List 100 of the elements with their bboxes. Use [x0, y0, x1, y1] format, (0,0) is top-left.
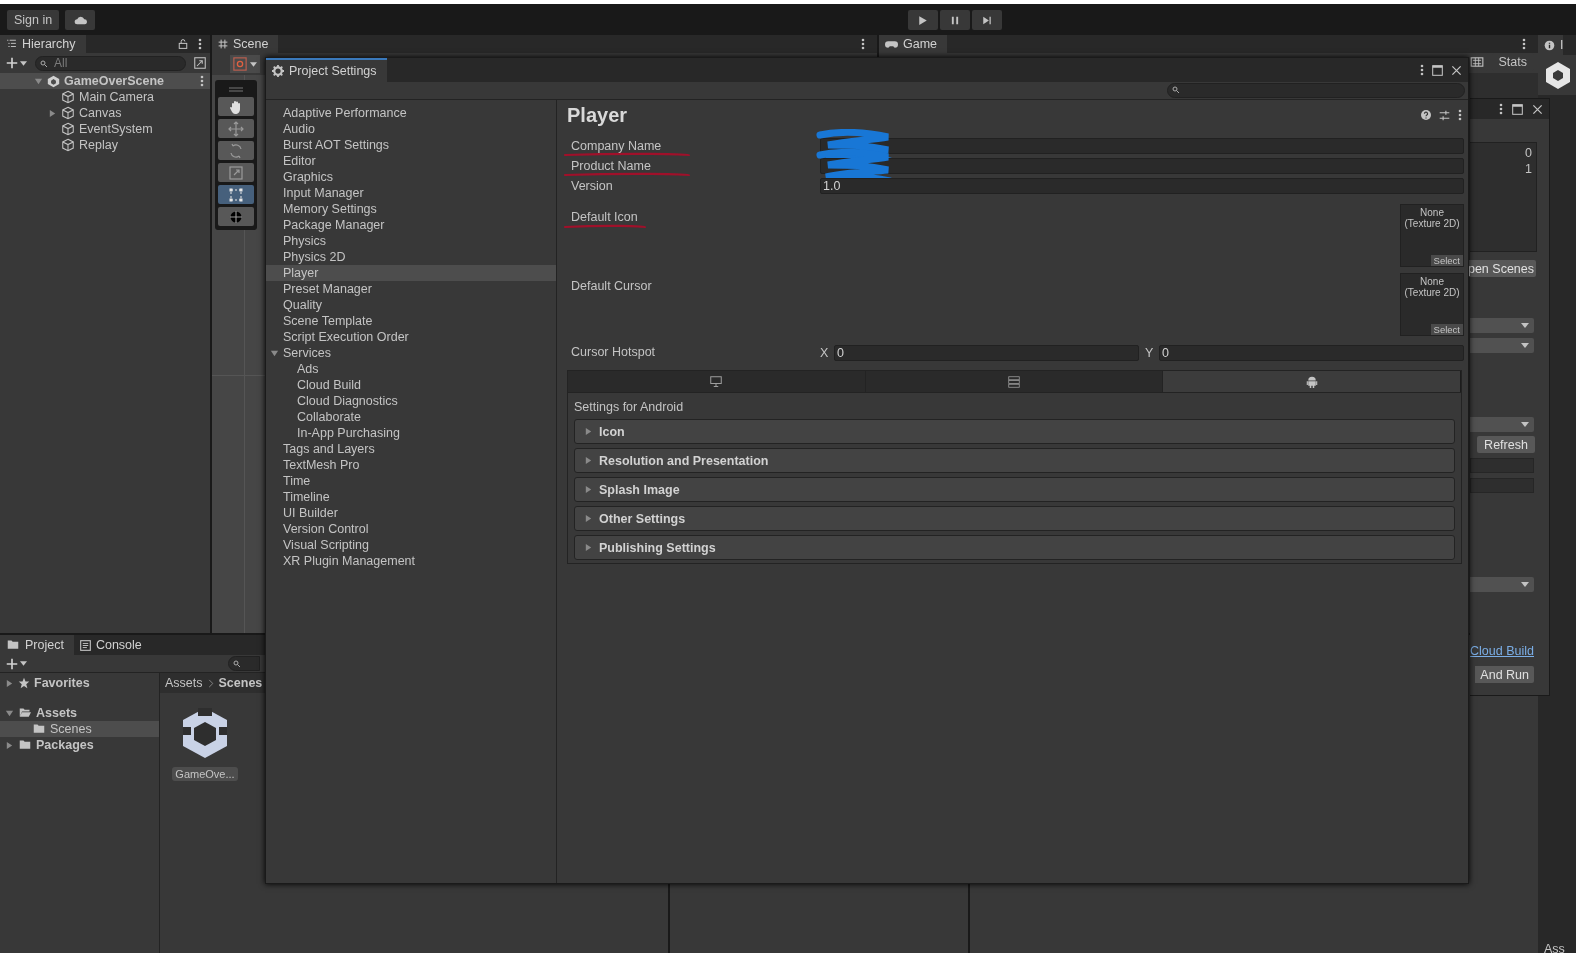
- scene-visibility-icon[interactable]: [194, 57, 206, 69]
- assets-tab[interactable]: Ass: [1544, 942, 1565, 953]
- maximize-icon[interactable]: [1512, 103, 1523, 115]
- build-and-run-button[interactable]: And Run: [1475, 666, 1534, 683]
- dropdown[interactable]: [1470, 577, 1534, 592]
- pause-button[interactable]: [940, 10, 970, 30]
- add-menu-button[interactable]: [6, 657, 27, 670]
- close-icon[interactable]: [1451, 64, 1462, 76]
- scene-tab[interactable]: Scene: [212, 35, 279, 53]
- select-button[interactable]: Select: [1430, 324, 1463, 335]
- collapse-arrow-icon[interactable]: [48, 108, 57, 118]
- select-button[interactable]: Select: [1430, 255, 1463, 266]
- expand-arrow-icon[interactable]: [270, 348, 279, 358]
- settings-category[interactable]: Physics: [266, 233, 556, 249]
- expand-arrow-icon[interactable]: [5, 708, 14, 718]
- inspector-tab[interactable]: I: [1538, 35, 1564, 55]
- settings-category[interactable]: Physics 2D: [266, 249, 556, 265]
- hierarchy-tab[interactable]: Hierarchy: [0, 35, 86, 53]
- tool-button[interactable]: [218, 141, 254, 160]
- text-field[interactable]: [820, 138, 1464, 154]
- tool-button[interactable]: [218, 207, 254, 226]
- settings-category[interactable]: Audio: [266, 121, 556, 137]
- texture-slot[interactable]: None (Texture 2D) Select: [1400, 273, 1464, 336]
- collapse-arrow-icon[interactable]: [584, 456, 593, 465]
- settings-category[interactable]: Memory Settings: [266, 201, 556, 217]
- help-icon[interactable]: [1421, 110, 1431, 120]
- collapse-arrow-icon[interactable]: [584, 427, 593, 436]
- settings-category[interactable]: Ads: [266, 361, 556, 377]
- play-button[interactable]: [908, 10, 938, 30]
- settings-category[interactable]: Cloud Diagnostics: [266, 393, 556, 409]
- collapse-arrow-icon[interactable]: [584, 514, 593, 523]
- kebab-icon[interactable]: [1458, 109, 1462, 121]
- close-icon[interactable]: [1532, 103, 1543, 115]
- expand-arrow-icon[interactable]: [34, 76, 43, 86]
- cloud-button[interactable]: [65, 9, 96, 30]
- settings-category[interactable]: In-App Purchasing: [266, 425, 556, 441]
- breadcrumb-item[interactable]: Assets: [165, 676, 203, 690]
- foldout-section[interactable]: Icon: [574, 419, 1455, 444]
- settings-category[interactable]: Adaptive Performance: [266, 105, 556, 121]
- text-field[interactable]: [1470, 478, 1534, 493]
- project-tree-item[interactable]: Assets: [0, 705, 159, 721]
- settings-category[interactable]: Package Manager: [266, 217, 556, 233]
- number-field[interactable]: 0: [1159, 345, 1464, 361]
- project-panel-tab[interactable]: Project: [0, 635, 74, 655]
- project-tree-item[interactable]: Scenes: [0, 721, 159, 737]
- settings-category[interactable]: Preset Manager: [266, 281, 556, 297]
- hierarchy-scene-row[interactable]: GameOverScene: [0, 73, 210, 89]
- foldout-section[interactable]: Other Settings: [574, 506, 1455, 531]
- search-field[interactable]: [1167, 83, 1465, 98]
- maximize-icon[interactable]: [1432, 64, 1443, 76]
- settings-category[interactable]: XR Plugin Management: [266, 553, 556, 569]
- kebab-icon[interactable]: [861, 38, 865, 50]
- text-field[interactable]: [1470, 458, 1534, 473]
- kebab-icon[interactable]: [1522, 38, 1526, 50]
- cloud-build-link[interactable]: Cloud Build: [1470, 644, 1534, 658]
- text-field[interactable]: [820, 158, 1464, 174]
- settings-category[interactable]: Player: [266, 265, 556, 281]
- project-tree-item[interactable]: Favorites: [0, 675, 159, 691]
- foldout-section[interactable]: Splash Image: [574, 477, 1455, 502]
- settings-category[interactable]: UI Builder: [266, 505, 556, 521]
- settings-category[interactable]: Graphics: [266, 169, 556, 185]
- kebab-icon[interactable]: [198, 38, 202, 50]
- settings-category[interactable]: Scene Template: [266, 313, 556, 329]
- project-tree-item[interactable]: Packages: [0, 737, 159, 753]
- text-field[interactable]: 1.0: [820, 178, 1464, 194]
- settings-category[interactable]: Visual Scripting: [266, 537, 556, 553]
- texture-slot[interactable]: None (Texture 2D) Select: [1400, 204, 1464, 267]
- foldout-section[interactable]: Publishing Settings: [574, 535, 1455, 560]
- dropdown[interactable]: [1470, 417, 1534, 432]
- search-field[interactable]: [228, 656, 260, 671]
- breadcrumb-item[interactable]: Scenes: [218, 676, 263, 690]
- hierarchy-item[interactable]: EventSystem: [0, 121, 210, 137]
- foldout-section[interactable]: Resolution and Presentation: [574, 448, 1455, 473]
- settings-category[interactable]: TextMesh Pro: [266, 457, 556, 473]
- hierarchy-item[interactable]: Canvas: [0, 105, 210, 121]
- collapse-arrow-icon[interactable]: [584, 485, 593, 494]
- game-tab[interactable]: Game: [879, 35, 948, 53]
- collapse-arrow-icon[interactable]: [5, 678, 14, 688]
- kebab-icon[interactable]: [200, 75, 204, 87]
- dropdown[interactable]: [1470, 338, 1534, 353]
- hierarchy-item[interactable]: Replay: [0, 137, 210, 153]
- settings-category[interactable]: Services: [266, 345, 556, 361]
- add-menu-button[interactable]: [6, 57, 27, 69]
- settings-category[interactable]: Version Control: [266, 521, 556, 537]
- settings-category[interactable]: Burst AOT Settings: [266, 137, 556, 153]
- sign-in-button[interactable]: Sign in: [7, 9, 60, 30]
- collapse-arrow-icon[interactable]: [584, 543, 593, 552]
- step-button[interactable]: [972, 10, 1002, 30]
- settings-category[interactable]: Timeline: [266, 489, 556, 505]
- settings-category[interactable]: Script Execution Order: [266, 329, 556, 345]
- unity-asset-icon[interactable]: [180, 705, 230, 761]
- tool-button[interactable]: [218, 185, 254, 204]
- refresh-button[interactable]: Refresh: [1477, 436, 1535, 453]
- project-settings-tab[interactable]: Project Settings: [266, 58, 387, 82]
- search-field[interactable]: All: [35, 55, 186, 71]
- settings-category[interactable]: Cloud Build: [266, 377, 556, 393]
- kebab-icon[interactable]: [1420, 64, 1424, 76]
- number-field[interactable]: 0: [834, 345, 1139, 361]
- settings-category[interactable]: Quality: [266, 297, 556, 313]
- settings-category[interactable]: Time: [266, 473, 556, 489]
